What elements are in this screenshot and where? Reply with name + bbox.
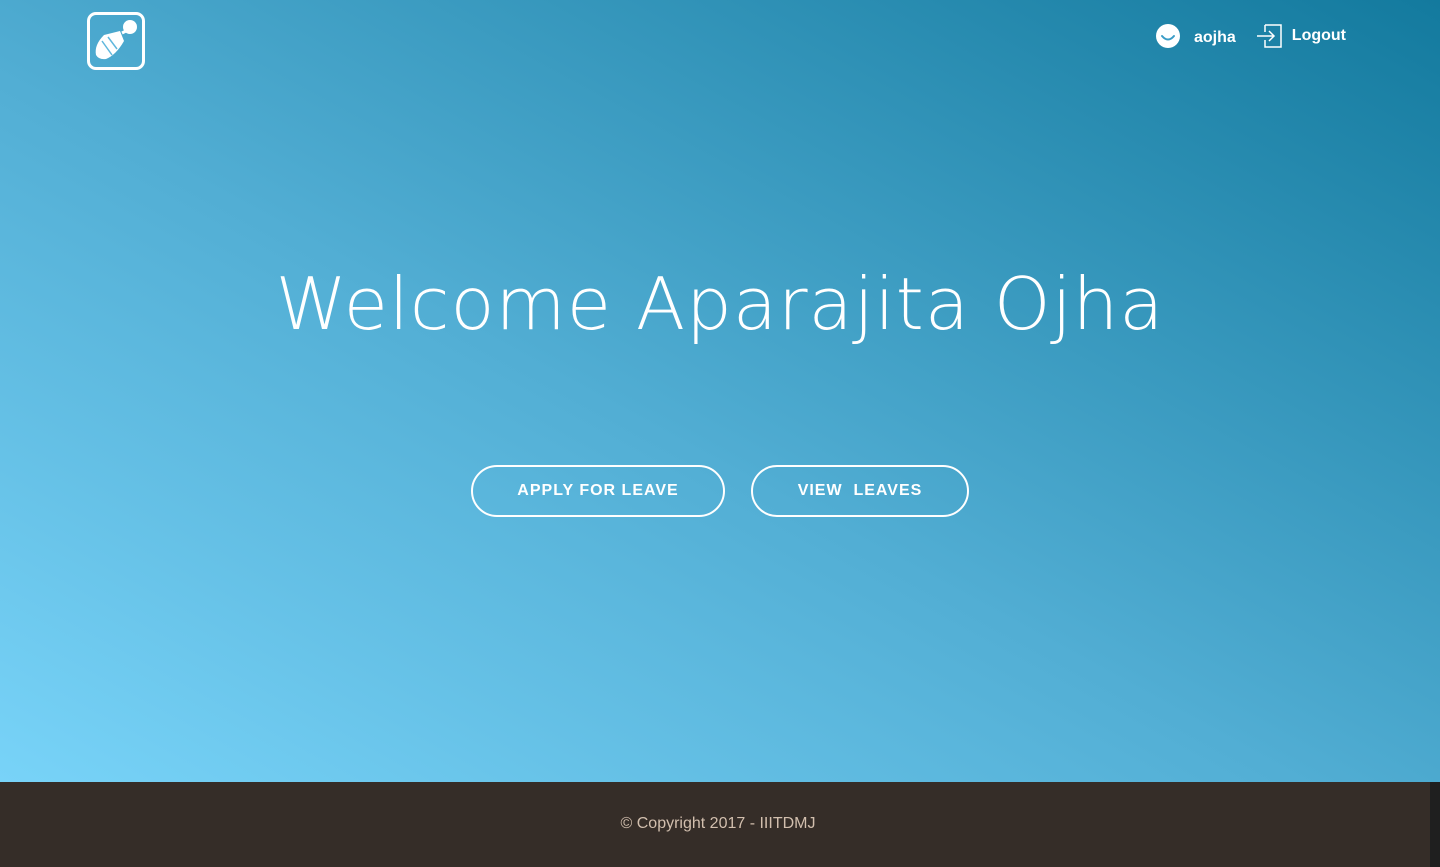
sign-in-arrow-icon xyxy=(1256,22,1284,50)
logo[interactable] xyxy=(87,12,145,70)
logout-label: Logout xyxy=(1291,27,1346,44)
username[interactable]: aojha xyxy=(1194,29,1236,47)
footer: © Copyright 2017 - IIITDMJ xyxy=(0,782,1440,867)
shuttlecock-icon xyxy=(95,20,137,60)
user-area: aojha Logout xyxy=(1155,22,1346,50)
view-leaves-button[interactable]: VIEW LEAVES xyxy=(751,465,969,517)
smiley-icon[interactable] xyxy=(1155,23,1181,49)
logout-button[interactable]: Logout xyxy=(1256,22,1346,50)
apply-for-leave-button[interactable]: APPLY FOR LEAVE xyxy=(471,465,725,517)
scrollbar-edge xyxy=(1430,782,1440,867)
welcome-heading: Welcome Aparajita Ojha xyxy=(275,262,1165,346)
page: aojha Logout Welcome Aparajita Ojha APPL… xyxy=(0,0,1440,867)
hero-section: aojha Logout Welcome Aparajita Ojha APPL… xyxy=(0,0,1440,782)
copyright-text: © Copyright 2017 - IIITDMJ xyxy=(620,815,816,832)
